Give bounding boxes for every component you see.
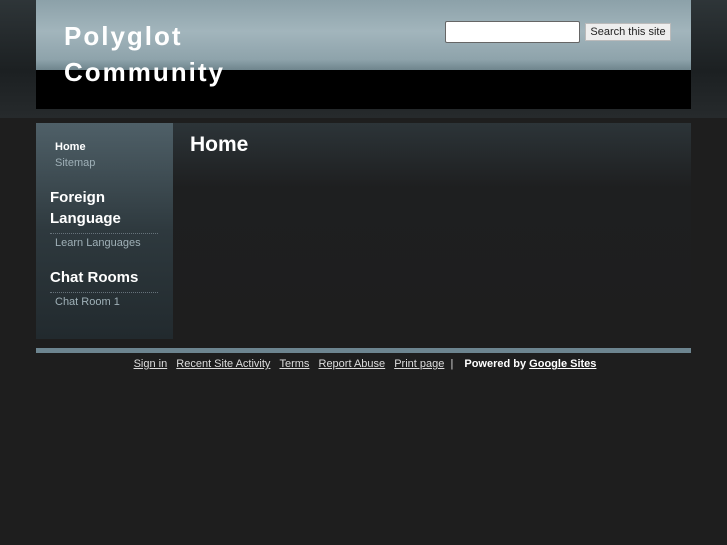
- sign-in-link[interactable]: Sign in: [134, 358, 168, 370]
- powered-by: Powered by Google Sites: [464, 358, 596, 370]
- print-page-link[interactable]: Print page: [394, 358, 444, 370]
- main-area: Home Sitemap Foreign Language Learn Lang…: [36, 123, 691, 339]
- search-input[interactable]: [445, 21, 580, 43]
- sidebar-item-learn-languages[interactable]: Learn Languages: [55, 237, 141, 249]
- recent-site-activity-link[interactable]: Recent Site Activity: [176, 358, 270, 370]
- google-sites-link[interactable]: Google Sites: [529, 358, 596, 370]
- report-abuse-link[interactable]: Report Abuse: [319, 358, 386, 370]
- footer-bar: [36, 348, 691, 353]
- search-button[interactable]: Search this site: [585, 23, 671, 41]
- sidebar-item-home[interactable]: Home: [55, 141, 86, 153]
- sidebar: Home Sitemap Foreign Language Learn Lang…: [36, 123, 173, 339]
- content: Home: [173, 123, 691, 339]
- site-title[interactable]: Polyglot Community: [64, 18, 264, 90]
- divider: [50, 233, 158, 234]
- page-title: Home: [190, 133, 249, 156]
- powered-by-text: Powered by: [464, 358, 527, 370]
- divider: [50, 292, 158, 293]
- site-header: Polyglot Community Search this site: [36, 0, 691, 109]
- sidebar-section-chat-rooms: Chat Rooms: [50, 269, 139, 286]
- sidebar-section-foreign-language: Foreign Language: [50, 189, 121, 227]
- footer-separator: |: [450, 358, 454, 370]
- sidebar-item-sitemap[interactable]: Sitemap: [55, 157, 95, 169]
- sidebar-item-chat-room-1[interactable]: Chat Room 1: [55, 296, 120, 308]
- footer: Sign in Recent Site Activity Terms Repor…: [0, 358, 727, 370]
- terms-link[interactable]: Terms: [279, 358, 309, 370]
